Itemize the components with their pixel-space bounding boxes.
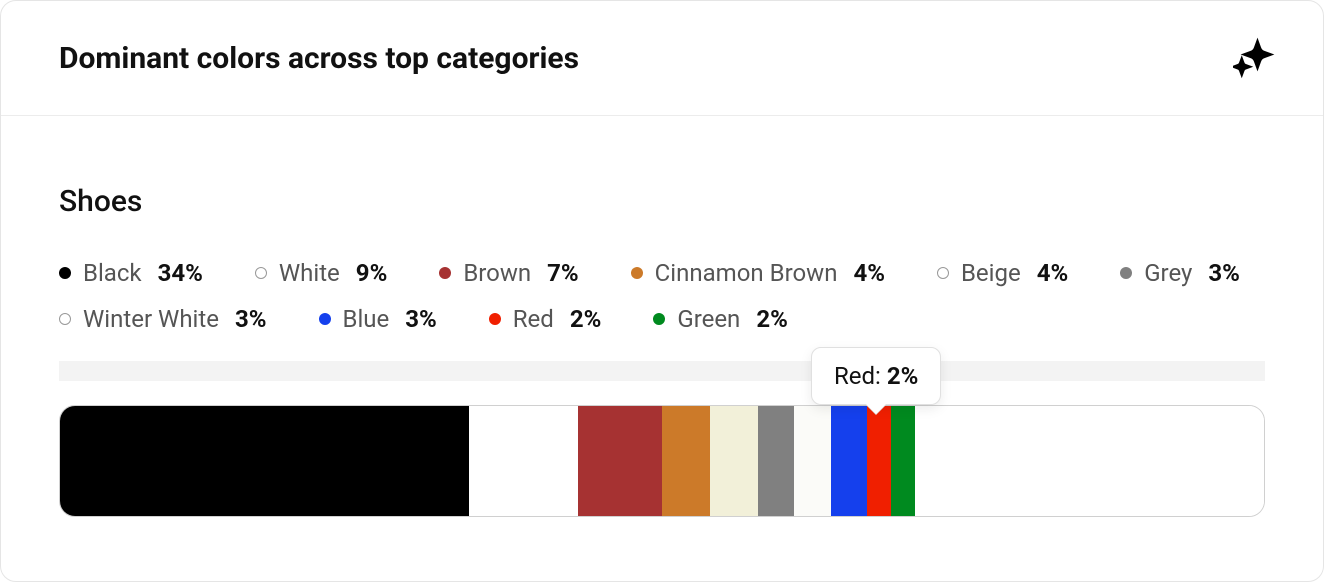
legend-percent: 4% [1037,259,1069,287]
legend-percent: 3% [405,305,437,333]
legend-label: Winter White [83,305,219,333]
legend-swatch [59,313,71,325]
sparkle-icon[interactable] [1233,37,1275,79]
legend-label: White [279,259,340,287]
bar-segment[interactable] [60,406,469,516]
chart-section: Shoes Black 34% White 9% Brown 7% Cinnamon Bro… [1,116,1323,333]
stacked-bar-wrap [59,405,1265,517]
legend-swatch [255,267,267,279]
legend-percent: 3% [1208,259,1240,287]
bar-segment[interactable] [891,406,915,516]
bar-segment[interactable] [867,406,891,516]
divider [59,361,1265,381]
card: Dominant colors across top categories Sh… [0,0,1324,582]
legend-swatch [439,267,451,279]
legend-swatch [319,313,331,325]
legend-item[interactable]: White 9% [255,259,387,287]
bar-segment-other [915,406,1264,516]
legend-label: Cinnamon Brown [655,259,838,287]
legend-swatch [489,313,501,325]
stacked-bar[interactable] [59,405,1265,517]
chart-legend: Black34%White9%Brown7%Cinnamon Brown4%Be… [59,259,1265,333]
legend-swatch [653,313,665,325]
bar-segment[interactable] [758,406,794,516]
bar-segment[interactable] [831,406,867,516]
legend-label: Black [83,259,142,287]
legend-item[interactable]: Black 34% [59,259,203,287]
legend-percent: 3% [235,305,267,333]
legend-label: Red [513,305,554,333]
bar-segment[interactable] [662,406,710,516]
legend-item[interactable]: Grey 3% [1120,259,1240,287]
tooltip-label: Red: [834,362,887,390]
legend-item[interactable]: Brown 7% [439,259,578,287]
hover-tooltip: Red: 2% [811,347,941,405]
legend-label: Green [677,305,740,333]
bar-segment[interactable] [794,406,830,516]
legend-percent: 9% [356,259,388,287]
legend-item[interactable]: Winter White 3% [59,305,267,333]
bar-segment[interactable] [469,406,577,516]
legend-percent: 2% [570,305,602,333]
legend-percent: 2% [756,305,788,333]
legend-label: Beige [961,259,1021,287]
card-header: Dominant colors across top categories [1,1,1323,116]
legend-label: Brown [463,259,531,287]
legend-swatch [631,267,643,279]
legend-item[interactable]: Cinnamon Brown 4% [631,259,885,287]
legend-percent: 7% [547,259,579,287]
legend-percent: 4% [853,259,885,287]
legend-swatch [937,267,949,279]
tooltip-value: 2% [887,362,919,390]
legend-swatch [59,267,71,279]
legend-item[interactable]: Beige 4% [937,259,1068,287]
legend-item[interactable]: Blue 3% [319,305,437,333]
bar-segment[interactable] [578,406,662,516]
legend-label: Blue [343,305,390,333]
section-title: Shoes [59,184,1265,219]
legend-item[interactable]: Green 2% [653,305,787,333]
legend-item[interactable]: Red 2% [489,305,602,333]
bar-segment[interactable] [710,406,758,516]
legend-percent: 34% [158,259,203,287]
card-title: Dominant colors across top categories [59,41,579,76]
legend-label: Grey [1144,259,1192,287]
legend-swatch [1120,267,1132,279]
